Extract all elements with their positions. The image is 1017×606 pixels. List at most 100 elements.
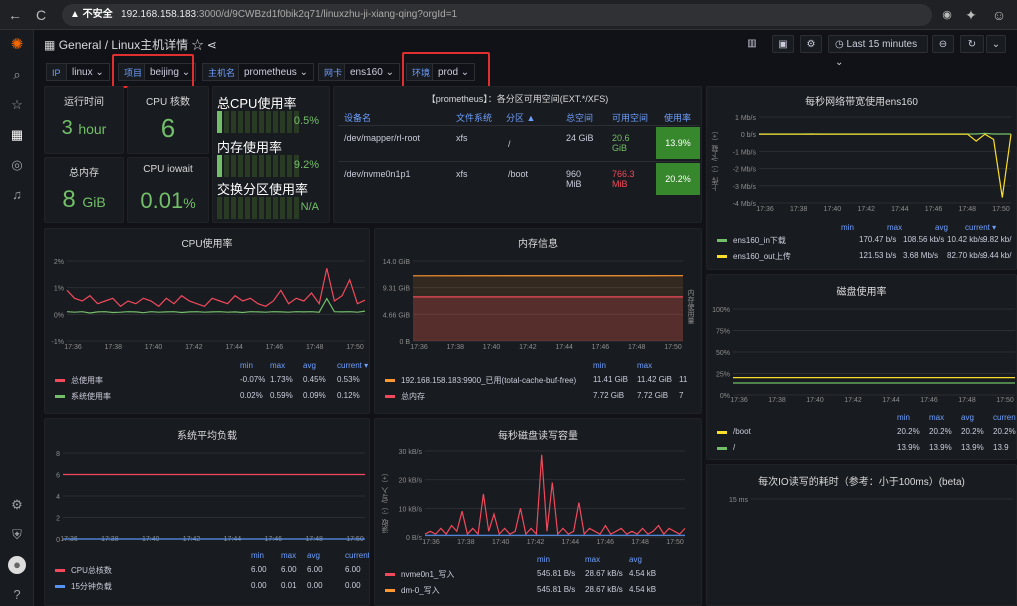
legend-col-header[interactable]: avg: [303, 361, 316, 370]
y-tick-label: 8: [56, 451, 60, 458]
x-tick-label: 17:40: [824, 206, 842, 213]
gauge-cell: [238, 155, 243, 177]
dashboards-icon[interactable]: ▦: [8, 126, 26, 144]
zoom-out-icon[interactable]: ⊖: [932, 35, 954, 53]
var-select-ip[interactable]: linux ⌄: [66, 63, 110, 81]
shield-icon[interactable]: ⛨: [8, 526, 26, 544]
share-icon[interactable]: ⋖: [207, 38, 217, 52]
legend-col-header[interactable]: min: [897, 413, 910, 422]
extension-icon[interactable]: ◉: [938, 6, 956, 24]
legend-col-header[interactable]: current ▾: [993, 413, 1016, 422]
legend-value: 13.9: [993, 443, 1009, 452]
y-tick-label: 0 B: [399, 339, 410, 346]
legend-series-name[interactable]: nvme0n1_写入: [401, 569, 454, 580]
th-fs[interactable]: 文件系统: [456, 111, 492, 124]
legend-swatch: [55, 585, 65, 588]
var-value-ip: linux: [72, 67, 93, 78]
legend-col-header[interactable]: avg: [307, 551, 320, 560]
legend-col-header[interactable]: avg: [629, 555, 642, 564]
gauge-cell: [245, 111, 250, 133]
legend-swatch: [717, 447, 727, 450]
refresh-icon[interactable]: ↻: [960, 35, 984, 53]
legend-value: 13.9%: [929, 443, 952, 452]
explore-icon[interactable]: ◎: [8, 156, 26, 174]
gauge-cell: [273, 155, 278, 177]
stat-cpu-cores: CPU 核数 6: [127, 86, 209, 154]
legend-col-header[interactable]: min: [593, 361, 606, 370]
breadcrumb-folder[interactable]: General: [59, 38, 102, 52]
save-icon[interactable]: ▣: [772, 35, 794, 53]
time-range-picker[interactable]: ◷ Last 15 minutes ⌄: [828, 35, 928, 68]
grafana-logo-icon[interactable]: ✺: [8, 36, 26, 54]
avatar[interactable]: ●: [8, 556, 26, 574]
settings-gear-icon[interactable]: ⚙: [800, 35, 822, 53]
legend-col-header[interactable]: min: [537, 555, 550, 564]
gauge-cell: [245, 197, 250, 219]
x-tick-label: 17:38: [447, 344, 465, 351]
disk-table-title: 【prometheus】：各分区可用空间(EXT.*/XFS): [426, 94, 609, 104]
x-tick-label: 17:42: [857, 206, 875, 213]
th-device[interactable]: 设备名: [344, 111, 371, 124]
legend-series-name[interactable]: 总使用率: [71, 375, 103, 386]
legend-col-header[interactable]: max: [929, 413, 944, 422]
legend-col-header[interactable]: avg: [961, 413, 974, 422]
var-select-nic[interactable]: ens160 ⌄: [344, 63, 400, 81]
gear-icon[interactable]: ⚙: [8, 496, 26, 514]
puzzle-icon[interactable]: ✦: [962, 6, 980, 24]
page-title[interactable]: / Linux主机详情: [105, 38, 188, 52]
y-tick-label: 4: [56, 494, 60, 501]
y-tick-label: -4 Mb/s: [733, 201, 757, 208]
alerting-bell-icon[interactable]: ♫: [8, 186, 26, 204]
var-select-hostname[interactable]: prometheus ⌄: [238, 63, 314, 81]
gauge-swap-bar: [217, 197, 299, 219]
gauge-cell: [273, 197, 278, 219]
legend-col-header[interactable]: min: [240, 361, 253, 370]
legend-col-header[interactable]: max: [637, 361, 652, 370]
search-icon[interactable]: ⌕: [8, 66, 26, 84]
legend-value: 13.9%: [961, 443, 984, 452]
legend-series-name[interactable]: 系统使用率: [71, 391, 111, 402]
gauge-swap-title: 交换分区使用率: [217, 182, 309, 197]
legend-col-header[interactable]: min: [251, 551, 264, 560]
legend-series-name[interactable]: CPU总核数: [71, 565, 112, 576]
address-bar[interactable]: ▲ 不安全 192.168.158.183:3000/d/9CWBzd1f0bi…: [62, 4, 932, 26]
reload-icon[interactable]: C: [32, 6, 50, 24]
legend-col-header[interactable]: max: [281, 551, 296, 560]
y-tick-label: 0 B/s: [406, 535, 422, 542]
back-arrow-icon[interactable]: ←: [6, 6, 24, 24]
legend-value: 121.53 b/s: [859, 251, 897, 260]
th-used[interactable]: 使用率: [664, 111, 691, 124]
legend-series-name[interactable]: 15分钟负载: [71, 581, 112, 592]
legend-series-name[interactable]: 总内存: [401, 391, 425, 402]
star-icon[interactable]: ☆: [8, 96, 26, 114]
refresh-interval-dropdown[interactable]: ⌄: [986, 35, 1006, 53]
x-tick-label: 17:48: [306, 344, 324, 351]
gauge-cell: [287, 197, 292, 219]
legend-col-header[interactable]: current ▾: [345, 551, 369, 560]
bar-gauges: 总CPU使用率 0.5% 内存使用率 9.2% 交换分区使用率 N/A: [212, 86, 330, 223]
legend-col-header[interactable]: current ▾: [337, 361, 368, 370]
legend-series-name[interactable]: ens160_out上传: [733, 251, 791, 262]
x-tick-label: 17:44: [562, 539, 580, 546]
legend-series-name[interactable]: /boot: [733, 427, 751, 436]
favorite-star-icon[interactable]: ☆: [191, 38, 203, 52]
legend-value: 6.00: [281, 565, 297, 574]
add-panel-icon[interactable]: ▥: [740, 35, 764, 53]
legend-col-header[interactable]: max: [585, 555, 600, 564]
help-icon[interactable]: ?: [8, 586, 26, 604]
legend-series-name[interactable]: dm-0_写入: [401, 585, 440, 596]
profile-icon[interactable]: ☺: [990, 6, 1008, 24]
th-avail[interactable]: 可用空间: [612, 111, 648, 124]
th-mount[interactable]: 分区 ▲: [506, 111, 535, 124]
th-total[interactable]: 总空间: [566, 111, 593, 124]
legend-series-name[interactable]: 192.168.158.183:9900_已用(total-cache-buf-…: [401, 375, 576, 386]
y-tick-label: -2 Mb/s: [733, 167, 757, 174]
legend-swatch: [717, 255, 727, 258]
cell-device: /dev/mapper/rl-root: [344, 133, 421, 143]
legend-series-name[interactable]: ens160_in下载: [733, 235, 786, 246]
legend-value: 7.72 GiB: [637, 391, 669, 400]
legend-series-name[interactable]: /: [733, 443, 735, 452]
gauge-mem-value: 9.2%: [293, 159, 319, 171]
legend-col-header[interactable]: max: [270, 361, 285, 370]
y-tick-label: 0%: [54, 312, 64, 319]
